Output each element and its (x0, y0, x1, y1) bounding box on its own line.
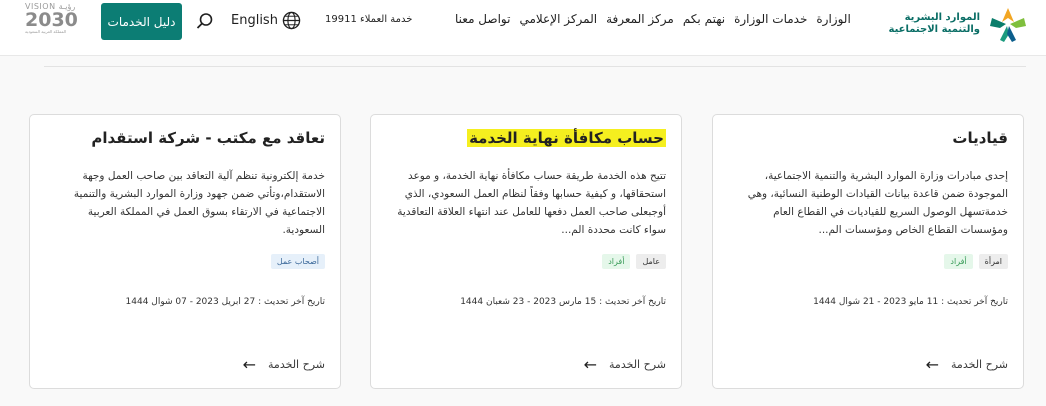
content-divider (44, 66, 1026, 67)
logo-text: الموارد البشرية والتنمية الاجتماعية (889, 12, 981, 36)
ministry-emblem-icon (990, 8, 1026, 42)
nav-we-care[interactable]: نهتم بكم (683, 12, 725, 26)
service-card-recruitment-contract[interactable]: تعاقد مع مكتب - شركة استقدام خدمة إلكترو… (29, 114, 341, 389)
search-button[interactable] (196, 12, 214, 34)
nav-media-center[interactable]: المركز الإعلامي (519, 12, 597, 26)
arrow-left-icon: ← (925, 355, 940, 374)
logo-line-2: والتنمية الاجتماعية (888, 24, 981, 35)
nav-ministry[interactable]: الوزارة (816, 12, 850, 26)
card-title[interactable]: تعاقد مع مكتب - شركة استقدام (91, 129, 325, 147)
service-explanation-link[interactable]: شرح الخدمة ← (926, 355, 1008, 374)
nav-ministry-services[interactable]: خدمات الوزارة (734, 12, 807, 26)
nav-knowledge-center[interactable]: مركز المعرفة (606, 12, 674, 26)
services-guide-button[interactable]: دليل الخدمات (101, 3, 182, 40)
vision-year: 2030 (25, 9, 78, 31)
main-nav: الوزارة خدمات الوزارة نهتم بكم مركز المع… (446, 12, 851, 26)
vision-2030-logo[interactable]: VISION رؤيـة 2030 المملكة العربية السعود… (25, 2, 87, 44)
tag-individuals: أفراد (944, 254, 973, 269)
card-tags: امرأة أفراد (944, 254, 1008, 269)
card-description: تتيح هذه الخدمة طريقة حساب مكافأة نهاية … (397, 170, 666, 236)
service-explanation-link[interactable]: شرح الخدمة ← (584, 355, 666, 374)
last-updated: تاريخ آخر تحديث : 15 مارس 2023 - 23 شعبا… (460, 297, 666, 307)
language-label: English (231, 13, 278, 28)
tag-worker: عامل (636, 254, 666, 269)
globe-icon (282, 11, 301, 30)
tag-individuals: أفراد (602, 254, 631, 269)
arrow-left-icon: ← (583, 355, 598, 374)
service-explanation-label: شرح الخدمة (268, 358, 325, 371)
card-tags: عامل أفراد (602, 254, 666, 269)
card-title[interactable]: قياديات (952, 129, 1008, 147)
header-divider (0, 55, 1046, 56)
last-updated: تاريخ آخر تحديث : 27 ابريل 2023 - 07 شوا… (125, 297, 325, 307)
search-icon (196, 13, 213, 29)
last-updated: تاريخ آخر تحديث : 11 مايو 2023 - 21 شوال… (813, 297, 1008, 307)
logo-line-1: الموارد البشرية (904, 12, 980, 23)
tag-employers: أصحاب عمل (270, 254, 325, 269)
card-description: إحدى مبادرات وزارة الموارد البشرية والتن… (747, 170, 1008, 236)
language-switch[interactable]: English (231, 11, 301, 30)
tag-women: امرأة (978, 254, 1008, 269)
ministry-logo[interactable]: الموارد البشرية والتنمية الاجتماعية (880, 3, 1030, 45)
nav-contact-us[interactable]: تواصل معنا (455, 12, 510, 26)
card-tags: أصحاب عمل (270, 254, 325, 269)
arrow-left-icon: ← (242, 355, 257, 374)
card-description: خدمة إلكترونية تنظم آلية التعاقد بين صاح… (73, 170, 325, 236)
service-card-qiyadiyat[interactable]: قياديات إحدى مبادرات وزارة الموارد البشر… (712, 114, 1024, 389)
card-title[interactable]: حساب مكافأة نهاية الخدمة (467, 129, 666, 147)
service-card-end-of-service[interactable]: حساب مكافأة نهاية الخدمة تتيح هذه الخدمة… (370, 114, 682, 389)
service-explanation-link[interactable]: شرح الخدمة ← (243, 355, 325, 374)
service-explanation-label: شرح الخدمة (609, 358, 666, 371)
service-explanation-label: شرح الخدمة (951, 358, 1008, 371)
customer-service[interactable]: خدمة العملاء 19911 (325, 14, 412, 25)
